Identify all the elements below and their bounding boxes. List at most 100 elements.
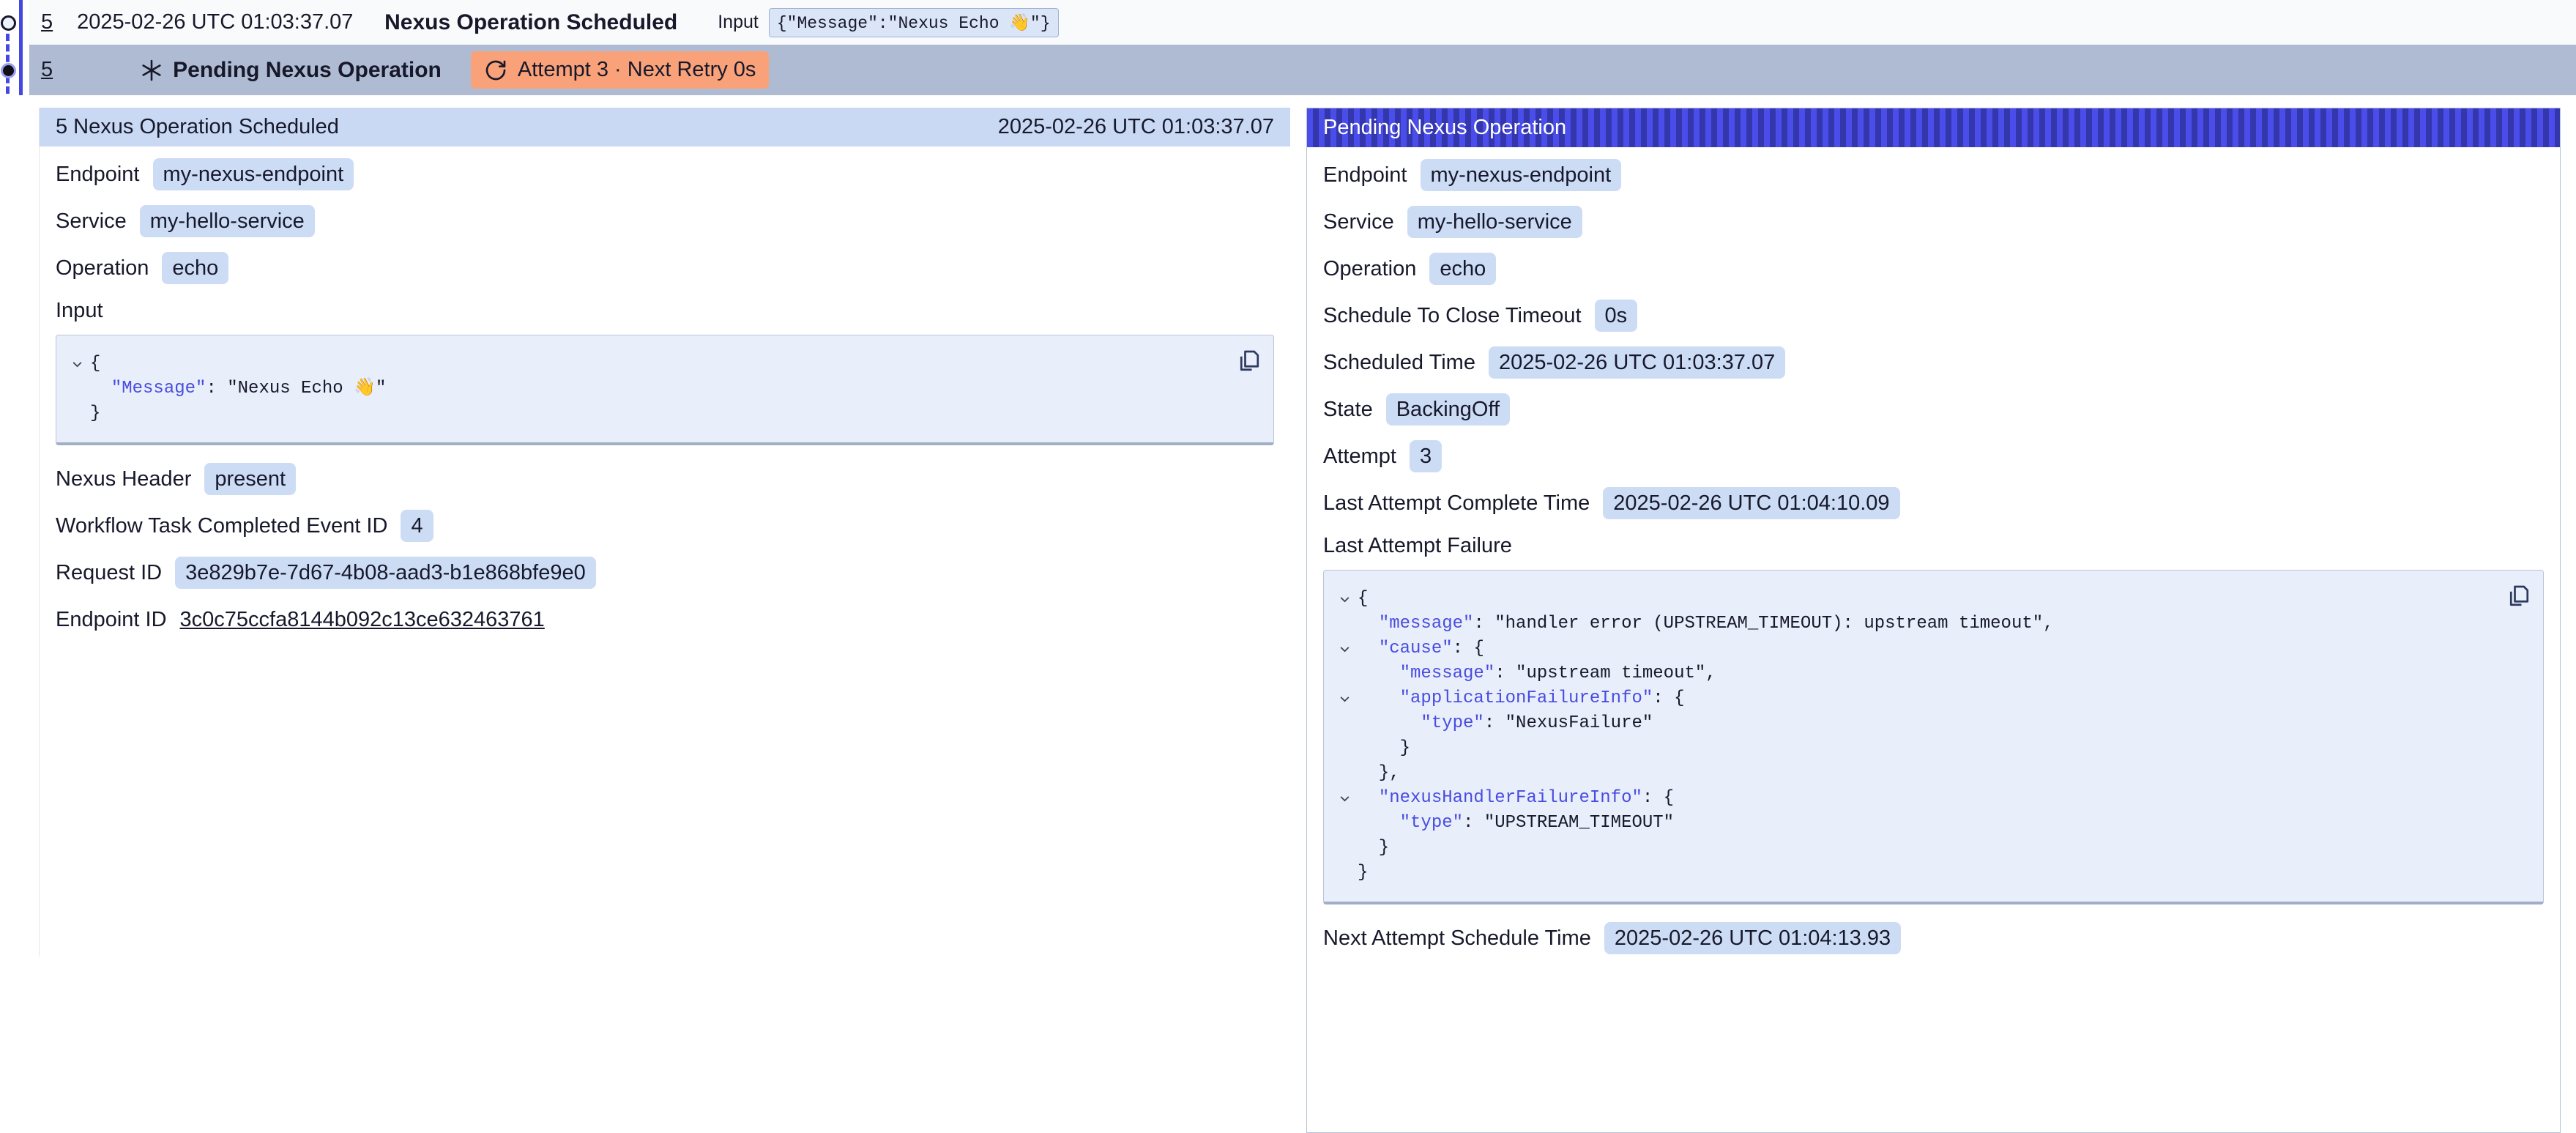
pending-nexus-operation-row[interactable]: 5 Pending Nexus Operation Attempt 3 · Ne…	[29, 45, 2576, 95]
field-row-service: Service my-hello-service	[1323, 206, 2544, 238]
code-text: "cause": {	[1358, 636, 1484, 661]
code-text: {	[90, 352, 100, 376]
field-label: Last Attempt Complete Time	[1323, 491, 1590, 516]
failure-block-label: Last Attempt Failure	[1323, 534, 2544, 558]
field-value-badge: echo	[162, 252, 228, 284]
fold-caret-icon[interactable]	[1331, 636, 1358, 661]
field-row-endpoint: Endpoint my-nexus-endpoint	[56, 158, 1274, 190]
field-value-badge: my-nexus-endpoint	[1421, 159, 1622, 191]
field-label: Service	[56, 209, 127, 234]
field-value-link[interactable]: 3c0c75ccfa8144b092c13ce632463761	[180, 608, 545, 632]
pending-panel-title: Pending Nexus Operation	[1323, 116, 1566, 140]
failure-code-block: { "message": "handler error (UPSTREAM_TI…	[1323, 570, 2544, 904]
field-row-schedule-to-close-timeout: Schedule To Close Timeout 0s	[1323, 300, 2544, 332]
code-line: "Message": "Nexus Echo 👋"	[64, 376, 1222, 401]
code-text: }	[1358, 836, 1389, 861]
field-label: Scheduled Time	[1323, 351, 1475, 375]
field-label: Endpoint	[1323, 163, 1407, 187]
field-label: Schedule To Close Timeout	[1323, 304, 1582, 328]
field-label: Request ID	[56, 561, 162, 585]
caret-spacer	[1331, 811, 1358, 836]
event-detail-timestamp: 2025-02-26 UTC 01:03:37.07	[998, 115, 1274, 139]
pending-operation-panel: Pending Nexus Operation Endpoint my-nexus…	[1306, 108, 2561, 1133]
field-row-state: State BackingOff	[1323, 393, 2544, 426]
field-value-badge: 0s	[1595, 300, 1638, 332]
fold-caret-icon[interactable]	[1331, 686, 1358, 711]
field-value-badge: 2025-02-26 UTC 01:04:10.09	[1603, 487, 1899, 519]
caret-spacer	[1331, 612, 1358, 636]
caret-spacer	[1331, 761, 1358, 786]
field-value-badge: my-hello-service	[1407, 206, 1582, 238]
copy-icon[interactable]	[2505, 582, 2531, 611]
caret-spacer	[1331, 861, 1358, 885]
event-timestamp: 2025-02-26 UTC 01:03:37.07	[77, 10, 370, 34]
code-line: "applicationFailureInfo": {	[1331, 686, 2492, 711]
field-value-badge: present	[204, 463, 296, 495]
field-label: Endpoint	[56, 163, 140, 187]
field-label: Workflow Task Completed Event ID	[56, 514, 387, 538]
field-value-badge: 4	[401, 510, 433, 542]
input-block-label: Input	[56, 299, 1274, 323]
code-line: "type": "UPSTREAM_TIMEOUT"	[1331, 811, 2492, 836]
field-row-service: Service my-hello-service	[56, 205, 1274, 237]
pending-asterisk-icon	[139, 58, 164, 83]
code-text: "Message": "Nexus Echo 👋"	[90, 376, 386, 401]
field-value-badge: 3e829b7e-7d67-4b08-aad3-b1e868bfe9e0	[175, 557, 596, 589]
field-label: Service	[1323, 210, 1394, 234]
code-line: {	[64, 352, 1222, 376]
field-row-endpoint: Endpoint my-nexus-endpoint	[1323, 159, 2544, 191]
copy-icon[interactable]	[1235, 347, 1262, 376]
field-row-workflow-task-completed-event-id: Workflow Task Completed Event ID 4	[56, 510, 1274, 542]
field-label: Endpoint ID	[56, 608, 167, 632]
code-text: }	[90, 401, 100, 426]
field-value-badge: 2025-02-26 UTC 01:03:37.07	[1489, 346, 1785, 379]
field-value-badge: my-hello-service	[140, 205, 315, 237]
field-row-endpoint-id: Endpoint ID 3c0c75ccfa8144b092c13ce632463…	[56, 603, 1274, 636]
field-row-next-attempt-schedule-time: Next Attempt Schedule Time2025-02-26 UTC…	[1323, 922, 2544, 954]
caret-spacer	[64, 401, 90, 426]
code-text: "applicationFailureInfo": {	[1358, 686, 1684, 711]
timeline-line	[19, 0, 23, 95]
event-detail-title: 5 Nexus Operation Scheduled	[56, 115, 339, 139]
retry-icon	[484, 59, 507, 82]
caret-spacer	[1331, 661, 1358, 686]
code-line: }	[1331, 736, 2492, 761]
code-line: "type": "NexusFailure"	[1331, 711, 2492, 736]
code-line: "cause": {	[1331, 636, 2492, 661]
code-line: }	[1331, 861, 2492, 885]
pending-event-id-link[interactable]: 5	[41, 58, 53, 82]
event-id-link[interactable]: 5	[41, 10, 53, 34]
code-text: }	[1358, 736, 1410, 761]
code-line: },	[1331, 761, 2492, 786]
field-label: Operation	[56, 256, 149, 281]
field-value-badge: my-nexus-endpoint	[153, 158, 354, 190]
code-text: },	[1358, 761, 1400, 786]
field-label: Attempt	[1323, 445, 1396, 469]
code-text: }	[1358, 861, 1368, 885]
field-value-badge: BackingOff	[1386, 393, 1510, 426]
code-text: "type": "UPSTREAM_TIMEOUT"	[1358, 811, 1674, 836]
field-label: Operation	[1323, 257, 1416, 281]
input-code-block: { "Message": "Nexus Echo 👋"}	[56, 335, 1274, 445]
field-row-request-id: Request ID 3e829b7e-7d67-4b08-aad3-b1e868…	[56, 557, 1274, 589]
code-text: "nexusHandlerFailureInfo": {	[1358, 786, 1674, 811]
event-detail-panel: 5 Nexus Operation Scheduled 2025-02-26 U…	[39, 108, 1290, 956]
event-detail-header: 5 Nexus Operation Scheduled 2025-02-26 U…	[40, 108, 1290, 146]
code-text: "message": "handler error (UPSTREAM_TIME…	[1358, 612, 2054, 636]
field-label: State	[1323, 398, 1373, 422]
field-row-last-attempt-complete-time: Last Attempt Complete Time 2025-02-26 UTC…	[1323, 487, 2544, 519]
fold-caret-icon[interactable]	[1331, 786, 1358, 811]
caret-spacer	[1331, 711, 1358, 736]
event-row-nexus-operation-scheduled[interactable]: 5 2025-02-26 UTC 01:03:37.07 Nexus Opera…	[29, 0, 2576, 45]
caret-spacer	[64, 376, 90, 401]
code-line: }	[1331, 836, 2492, 861]
caret-spacer	[1331, 836, 1358, 861]
pending-event-title: Pending Nexus Operation	[173, 58, 442, 83]
retry-badge: Attempt 3 · Next Retry 0s	[471, 51, 770, 89]
field-row-operation: Operationecho	[1323, 253, 2544, 285]
caret-spacer	[1331, 736, 1358, 761]
code-line: "message": "upstream timeout",	[1331, 661, 2492, 686]
field-label: Nexus Header	[56, 467, 191, 491]
fold-caret-icon[interactable]	[64, 352, 90, 376]
fold-caret-icon[interactable]	[1331, 587, 1358, 612]
